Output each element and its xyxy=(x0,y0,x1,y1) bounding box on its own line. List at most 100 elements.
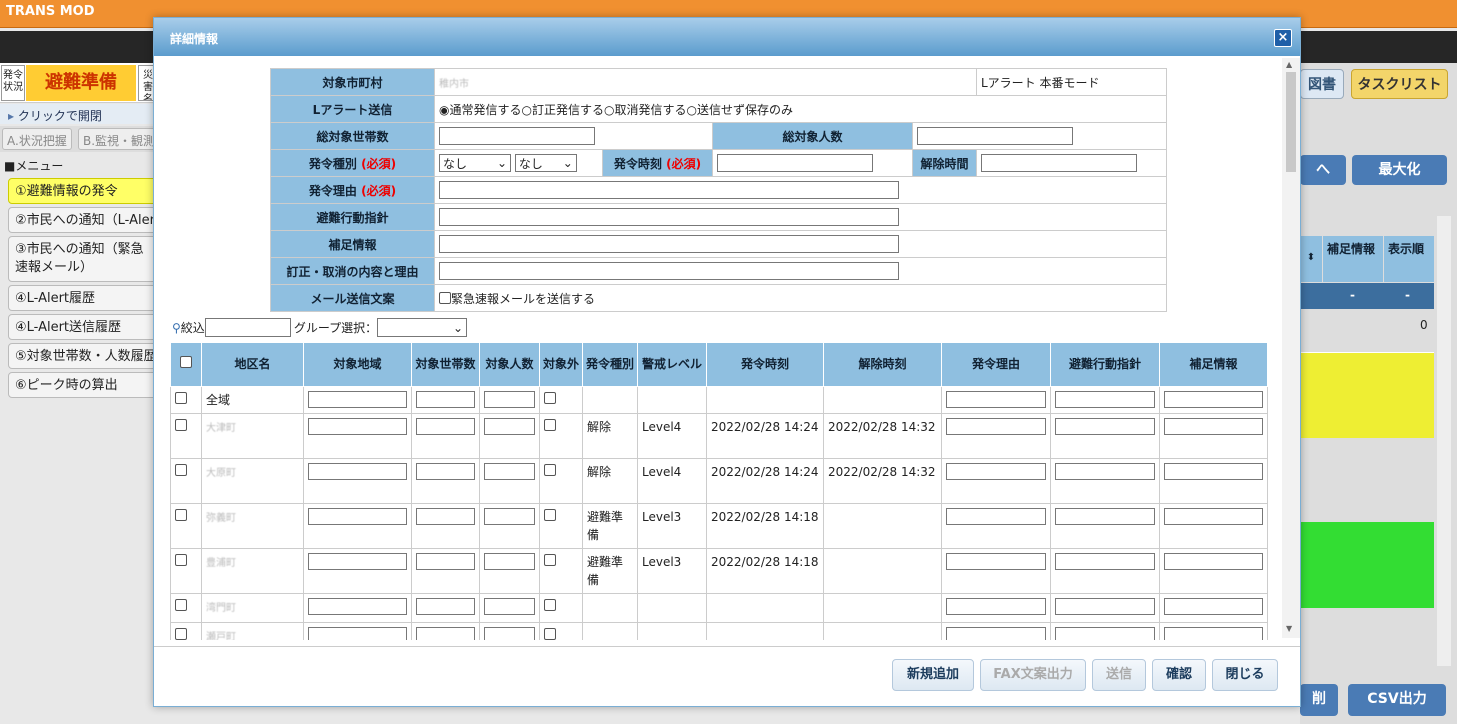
excluded-checkbox[interactable] xyxy=(544,554,556,566)
row-checkbox[interactable] xyxy=(175,464,187,476)
radio-normal[interactable]: ◉通常発信する xyxy=(439,103,522,117)
excluded-checkbox[interactable] xyxy=(544,419,556,431)
action-cell-input[interactable] xyxy=(1055,627,1155,640)
confirm-button[interactable]: 確認 xyxy=(1152,659,1206,691)
scroll-thumb[interactable] xyxy=(1286,72,1296,172)
area-input[interactable] xyxy=(308,463,407,480)
tasklist-button[interactable]: タスクリスト xyxy=(1351,69,1448,99)
people-cell-input[interactable] xyxy=(484,508,535,525)
households-cell-input[interactable] xyxy=(416,553,475,570)
csv-button[interactable]: CSV出力 xyxy=(1348,684,1446,716)
radio-cancel[interactable]: ○取消発信する xyxy=(604,103,687,117)
tab-status[interactable]: A.状況把握 xyxy=(2,128,72,150)
menu-item-lalert-send-history[interactable]: ④L-Alert送信履歴 xyxy=(8,314,168,340)
tab-monitor[interactable]: B.監視・観測 xyxy=(78,128,160,150)
group-select[interactable]: ⌄ xyxy=(377,318,468,337)
reason-cell-input[interactable] xyxy=(946,553,1046,570)
col-district[interactable]: 地区名 xyxy=(201,342,304,387)
col-households[interactable]: 対象世帯数 xyxy=(411,342,480,387)
menu-item-count-history[interactable]: ⑤対象世帯数・人数履歴 xyxy=(8,343,168,369)
row-checkbox[interactable] xyxy=(175,599,187,611)
close-button[interactable]: 閉じる xyxy=(1212,659,1278,691)
reason-cell-input[interactable] xyxy=(946,508,1046,525)
area-input[interactable] xyxy=(308,391,407,408)
action-cell-input[interactable] xyxy=(1055,463,1155,480)
correction-input[interactable] xyxy=(439,262,899,280)
supplement-cell-input[interactable] xyxy=(1164,418,1263,435)
col-type[interactable]: 発令種別 xyxy=(582,342,638,387)
manual-button[interactable]: 図書 xyxy=(1300,69,1344,99)
fax-button[interactable]: FAX文案出力 xyxy=(980,659,1086,691)
people-cell-input[interactable] xyxy=(484,598,535,615)
households-input[interactable] xyxy=(439,127,595,145)
households-cell-input[interactable] xyxy=(416,627,475,640)
action-input[interactable] xyxy=(439,208,899,226)
people-cell-input[interactable] xyxy=(484,627,535,640)
col-level[interactable]: 警戒レベル xyxy=(637,342,707,387)
type-select-2[interactable]: なし ⌄ xyxy=(514,154,577,172)
search-input[interactable] xyxy=(204,318,291,337)
excluded-checkbox[interactable] xyxy=(544,464,556,476)
area-input[interactable] xyxy=(308,508,407,525)
action-cell-input[interactable] xyxy=(1055,508,1155,525)
partial-button[interactable]: 削 xyxy=(1300,684,1338,716)
radio-save-only[interactable]: ○送信せず保存のみ xyxy=(687,103,794,117)
supplement-cell-input[interactable] xyxy=(1164,463,1263,480)
area-input[interactable] xyxy=(308,598,407,615)
people-cell-input[interactable] xyxy=(484,553,535,570)
col-excluded[interactable]: 対象外 xyxy=(539,342,583,387)
households-cell-input[interactable] xyxy=(416,391,475,408)
row-checkbox[interactable] xyxy=(175,628,187,640)
select-all-checkbox[interactable] xyxy=(180,356,192,368)
menu-item-peak[interactable]: ⑥ピーク時の算出 xyxy=(8,372,168,398)
issue-time-input[interactable] xyxy=(717,154,873,172)
excluded-checkbox[interactable] xyxy=(544,599,556,611)
excluded-checkbox[interactable] xyxy=(544,509,556,521)
people-cell-input[interactable] xyxy=(484,391,535,408)
menu-item-notify-lalert[interactable]: ②市民への通知（L-Alert xyxy=(8,207,168,233)
households-cell-input[interactable] xyxy=(416,508,475,525)
menu-item-issue[interactable]: ①避難情報の発令 xyxy=(8,178,168,204)
right-header-supp[interactable]: 補足情報 xyxy=(1323,236,1383,282)
mail-checkbox[interactable]: 緊急速報メールを送信する xyxy=(439,291,595,306)
scroll-down-icon[interactable]: ▼ xyxy=(1286,624,1292,633)
action-cell-input[interactable] xyxy=(1055,418,1155,435)
menu-item-notify-mail[interactable]: ③市民への通知（緊急速報メール） xyxy=(8,236,158,282)
dialog-scrollbar[interactable]: ▲ ▼ xyxy=(1282,58,1300,638)
col-area[interactable]: 対象地域 xyxy=(303,342,412,387)
menu-item-lalert-history[interactable]: ④L-Alert履歴 xyxy=(8,285,168,311)
supplement-input[interactable] xyxy=(439,235,899,253)
excluded-checkbox[interactable] xyxy=(544,392,556,404)
supplement-cell-input[interactable] xyxy=(1164,508,1263,525)
supplement-cell-input[interactable] xyxy=(1164,553,1263,570)
col-supplement[interactable]: 補足情報 xyxy=(1159,342,1268,387)
radio-correct[interactable]: ○訂正発信する xyxy=(522,103,605,117)
people-input[interactable] xyxy=(917,127,1073,145)
action-cell-input[interactable] xyxy=(1055,598,1155,615)
households-cell-input[interactable] xyxy=(416,463,475,480)
type-select-1[interactable]: なし ⌄ xyxy=(439,154,511,172)
area-input[interactable] xyxy=(308,553,407,570)
supplement-cell-input[interactable] xyxy=(1164,391,1263,408)
row-checkbox[interactable] xyxy=(175,419,187,431)
households-cell-input[interactable] xyxy=(416,598,475,615)
reason-cell-input[interactable] xyxy=(946,627,1046,640)
excluded-checkbox[interactable] xyxy=(544,628,556,640)
reason-cell-input[interactable] xyxy=(946,418,1046,435)
right-header-order[interactable]: 表示順 xyxy=(1384,236,1434,282)
households-cell-input[interactable] xyxy=(416,418,475,435)
action-cell-input[interactable] xyxy=(1055,391,1155,408)
col-issued[interactable]: 発令時刻 xyxy=(706,342,824,387)
row-checkbox[interactable] xyxy=(175,554,187,566)
col-people[interactable]: 対象人数 xyxy=(479,342,540,387)
bg-scrollbar[interactable] xyxy=(1437,216,1451,666)
maximize-button[interactable]: 最大化 xyxy=(1352,155,1447,185)
action-cell-input[interactable] xyxy=(1055,553,1155,570)
reason-cell-input[interactable] xyxy=(946,598,1046,615)
people-cell-input[interactable] xyxy=(484,418,535,435)
new-button[interactable]: 新規追加 xyxy=(892,659,974,691)
reason-cell-input[interactable] xyxy=(946,391,1046,408)
people-cell-input[interactable] xyxy=(484,463,535,480)
area-input[interactable] xyxy=(308,627,407,640)
col-released[interactable]: 解除時刻 xyxy=(823,342,942,387)
